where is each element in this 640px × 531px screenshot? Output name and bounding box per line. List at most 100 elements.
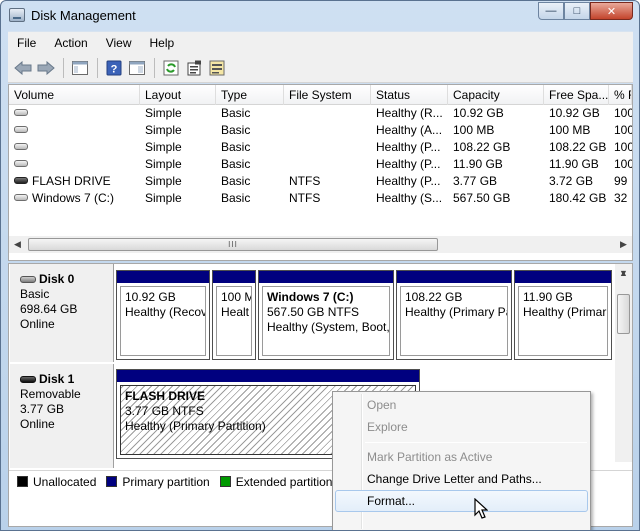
- menu-item-format[interactable]: Format...: [335, 490, 588, 512]
- window-title: Disk Management: [31, 8, 136, 23]
- extended-partition-swatch: [219, 476, 231, 487]
- maximize-button[interactable]: □: [564, 2, 590, 20]
- table-row[interactable]: Simple Basic Healthy (A... 100 MB 100 MB…: [9, 122, 632, 139]
- console-tree-icon: [72, 60, 88, 75]
- forward-button[interactable]: [35, 57, 57, 79]
- partition-size: 10.92 GB: [125, 290, 176, 304]
- partition-status: Healthy (System, Boot,: [267, 320, 390, 334]
- free-space-cell: 3.72 GB: [549, 174, 594, 188]
- layout-cell: Simple: [145, 106, 182, 120]
- capacity-cell: 11.90 GB: [453, 157, 503, 171]
- rescan-button[interactable]: [206, 57, 228, 79]
- close-button[interactable]: ✕: [590, 2, 633, 20]
- toolbar-separator: [63, 57, 64, 78]
- table-row[interactable]: Simple Basic Healthy (P... 11.90 GB 11.9…: [9, 156, 632, 173]
- menu-view[interactable]: View: [97, 36, 141, 50]
- partition-recovery-info: 10.92 GB Healthy (Recov: [120, 286, 206, 356]
- volume-cell: Windows 7 (C:): [9, 190, 140, 207]
- unallocated-swatch: [17, 476, 28, 487]
- column-header-type[interactable]: Type: [216, 85, 284, 105]
- menu-item-mark-partition-active[interactable]: Mark Partition as Active: [335, 446, 588, 468]
- back-arrow-icon: [14, 60, 32, 75]
- percent-free-cell: 100: [614, 157, 632, 171]
- table-row[interactable]: Windows 7 (C:) Simple Basic NTFS Healthy…: [9, 190, 632, 207]
- volume-list-header: Volume Layout Type File System Status Ca…: [9, 85, 632, 105]
- rescan-icon: [209, 60, 225, 75]
- volume-cell: [9, 156, 140, 173]
- percent-free-cell: 100: [614, 106, 632, 120]
- vertical-scrollbar[interactable]: ▲ ▼: [615, 264, 632, 462]
- refresh-icon: [163, 60, 179, 75]
- disk-1-kind: Removable: [20, 387, 81, 401]
- properties-button[interactable]: [183, 57, 205, 79]
- menu-item-open[interactable]: Open: [335, 394, 588, 416]
- disk-1-label[interactable]: Disk 1 Removable 3.77 GB Online: [10, 364, 114, 468]
- percent-free-cell: 99: [614, 174, 628, 188]
- percent-free-cell: 32: [614, 191, 628, 205]
- partition-size: 100 M: [221, 290, 252, 304]
- help-icon: ?: [106, 60, 122, 75]
- menu-item-explore[interactable]: Explore: [335, 416, 588, 438]
- table-row[interactable]: Simple Basic Healthy (P... 108.22 GB 108…: [9, 139, 632, 156]
- caption-buttons: — □ ✕: [538, 2, 633, 20]
- partition-data[interactable]: 108.22 GB Healthy (Primary Pa: [396, 270, 512, 360]
- partition-system-reserved[interactable]: 100 M Healt: [212, 270, 256, 360]
- refresh-button[interactable]: [160, 57, 182, 79]
- scrollbar-thumb[interactable]: [617, 294, 630, 334]
- column-header-free-space[interactable]: Free Spa...: [544, 85, 609, 105]
- menu-item-change-drive-letter[interactable]: Change Drive Letter and Paths...: [335, 468, 588, 490]
- back-button[interactable]: [12, 57, 34, 79]
- partition-primary-last-info: 11.90 GB Healthy (Primar: [518, 286, 608, 356]
- percent-free-cell: 100: [614, 140, 632, 154]
- volume-cell: [9, 122, 140, 139]
- primary-partition-bar: [259, 271, 393, 283]
- scroll-right-icon[interactable]: ▶: [615, 236, 632, 253]
- partition-size: 11.90 GB: [523, 290, 573, 304]
- scroll-left-icon[interactable]: ◀: [9, 236, 26, 253]
- drive-icon: [14, 126, 28, 134]
- table-row[interactable]: Simple Basic Healthy (R... 10.92 GB 10.9…: [9, 105, 632, 122]
- volume-name: Windows 7 (C:): [32, 191, 115, 205]
- menu-bar: File Action View Help: [8, 31, 633, 53]
- column-header-status[interactable]: Status: [371, 85, 448, 105]
- column-header-file-system[interactable]: File System: [284, 85, 371, 105]
- primary-partition-bar: [515, 271, 611, 283]
- column-header-volume[interactable]: Volume: [9, 85, 140, 105]
- layout-cell: Simple: [145, 157, 182, 171]
- type-cell: Basic: [221, 157, 251, 171]
- disk-management-app-icon[interactable]: [9, 8, 25, 22]
- scroll-down-icon[interactable]: ▼: [615, 264, 632, 281]
- help-pane-button[interactable]: [126, 57, 148, 79]
- volume-list: Volume Layout Type File System Status Ca…: [8, 84, 633, 261]
- menu-help[interactable]: Help: [141, 36, 184, 50]
- disk-management-window: Disk Management — □ ✕ File Action View H…: [0, 0, 640, 531]
- help-pane-icon: [129, 60, 145, 75]
- menu-file[interactable]: File: [8, 36, 45, 50]
- title-bar[interactable]: Disk Management — □ ✕: [1, 1, 639, 30]
- primary-partition-swatch: [106, 476, 118, 487]
- file-system-cell: [284, 139, 371, 156]
- partition-status: Healthy (Primary Pa: [405, 305, 508, 319]
- primary-partition-bar: [117, 370, 419, 382]
- minimize-button[interactable]: —: [538, 2, 564, 20]
- disk-1-title: Disk 1: [39, 372, 75, 386]
- disk-0-label[interactable]: Disk 0 Basic 698.64 GB Online: [10, 264, 114, 362]
- scrollbar-thumb[interactable]: III: [28, 238, 438, 251]
- drive-icon: [14, 109, 28, 117]
- console-tree-button[interactable]: [69, 57, 91, 79]
- partition-size: 108.22 GB: [405, 290, 463, 304]
- menu-action[interactable]: Action: [45, 36, 96, 50]
- partition-recovery[interactable]: 10.92 GB Healthy (Recov: [116, 270, 210, 360]
- partition-windows-7[interactable]: Windows 7 (C:) 567.50 GB NTFS Healthy (S…: [258, 270, 394, 360]
- partition-title: FLASH DRIVE: [125, 389, 206, 403]
- status-cell: Healthy (S...: [376, 191, 443, 205]
- partition-primary-last[interactable]: 11.90 GB Healthy (Primar: [514, 270, 612, 360]
- horizontal-scrollbar[interactable]: ◀ III ▶: [9, 236, 632, 253]
- table-row[interactable]: FLASH DRIVE Simple Basic NTFS Healthy (P…: [9, 173, 632, 190]
- layout-cell: Simple: [145, 140, 182, 154]
- toolbar: ?: [8, 53, 633, 83]
- help-button[interactable]: ?: [103, 57, 125, 79]
- column-header-capacity[interactable]: Capacity: [448, 85, 544, 105]
- column-header-layout[interactable]: Layout: [140, 85, 216, 105]
- column-header-percent-free[interactable]: % F: [609, 85, 632, 105]
